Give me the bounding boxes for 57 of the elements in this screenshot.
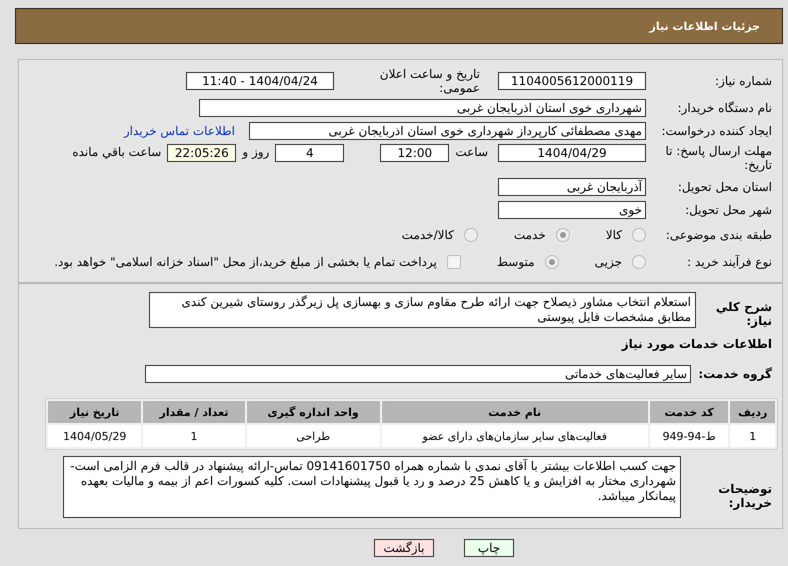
deadline-date-field: 1404/04/29 (498, 144, 646, 162)
days-label: روز و (242, 145, 270, 159)
service-group-field: سایر فعالیت‌های خدماتی (145, 365, 691, 383)
radio-button[interactable] (556, 228, 570, 242)
option-label: جزیی (594, 255, 622, 269)
field-label: شهر محل تحویل: (684, 203, 772, 217)
back-button[interactable]: بازگشت (374, 539, 434, 557)
radio-button[interactable] (544, 255, 559, 269)
buyer-org-field: شهرداری خوی استان اذربایجان غربی (199, 99, 646, 117)
buyer-contact-link[interactable]: اطلاعات تماس خریدار (124, 124, 235, 138)
table-cell: طراحی (246, 425, 380, 447)
option-label: کالا (606, 228, 622, 242)
time-label: ساعت (455, 145, 488, 159)
remaining-time-field: 22:05:26 (167, 144, 236, 162)
table-cell: 1 (730, 425, 775, 447)
table-cell: 1404/05/29 (48, 425, 142, 447)
section-title: اطلاعات خدمات مورد نیاز (620, 337, 772, 351)
option-label: کالا/خدمت (402, 228, 454, 242)
field-label: تاریخ و ساعت اعلان عمومی: (378, 67, 480, 95)
column-header: کد خدمت (650, 401, 728, 423)
city-field: خوی (498, 201, 646, 219)
table-cell: فعالیت‌های سایر سازمان‌های دارای عضو (382, 425, 648, 447)
field-label: طبقه بندی موضوعی: (664, 228, 772, 242)
checkbox-label: پرداخت تمام یا بخشی از مبلغ خرید،از محل "اسناد خزانه اسلامی" خواهد بود. (54, 255, 437, 269)
option-label: خدمت (514, 228, 546, 242)
table-cell: ط-94-949 (650, 425, 728, 447)
column-header: تعداد / مقدار (143, 401, 245, 423)
column-header: تاریخ نیاز (48, 401, 142, 423)
days-field: 4 (275, 144, 344, 162)
requester-field: مهدی مصطفائی کارپرداز شهرداری خوی استان اذربایجان غربی (249, 122, 646, 140)
province-field: آذربایجان غربی (498, 178, 646, 196)
field-label: توضیحات خریدار: (717, 482, 772, 510)
radio-button[interactable] (632, 228, 646, 242)
remaining-label: ساعت باقي مانده (72, 145, 162, 159)
field-label: گروه خدمت: (697, 367, 772, 381)
buyer-notes-field: جهت کسب اطلاعات بیشتر با آقای نمدی با شماره همراه 09141601750 تماس-ارائه پیشنهاد در قالب فرم الزامی است-شهرداری مختار به افزایش و یا کاهش 25 درصد و رد یا قبول پیشنهادات است. کلیه کسورات اعم از بیمه و مالیات بعهده پیمانکار میباشد. (63, 456, 681, 518)
radio-button[interactable] (632, 255, 646, 269)
checkbox[interactable] (446, 255, 461, 269)
deadline-time-field: 12:00 (380, 144, 450, 162)
field-label: ایجاد کننده درخواست: (660, 124, 772, 138)
page-title: جزئیات اطلاعات نیاز (650, 20, 760, 32)
field-label: نوع فرآیند خرید : (686, 255, 772, 269)
option-label: متوسط (496, 255, 535, 269)
column-header: واحد اندازه گیری (246, 401, 380, 423)
field-label: شماره نیاز: (714, 74, 772, 88)
field-label: استان محل تحویل: (676, 180, 772, 194)
print-button[interactable]: چاپ (464, 539, 514, 557)
field-label: نام دستگاه خریدار: (676, 101, 772, 115)
radio-button[interactable] (464, 228, 478, 242)
need-number-field: 1104005612000119 (498, 72, 646, 90)
field-label: شرح کلي نياز: (714, 300, 772, 328)
column-header: نام خدمت (382, 401, 648, 423)
table-cell: 1 (143, 425, 245, 447)
field-label: مهلت ارسال پاسخ: تا تاریخ: (664, 144, 772, 172)
description-field: استعلام انتخاب مشاور ذیصلاح جهت ارائه طرح مقاوم سازی و بهسازی پل زیرگذر روستای شیرین کندی مطابق مشخصات فایل پیوستی (149, 292, 696, 328)
column-header: ردیف (730, 401, 775, 423)
announce-date-field: 1404/04/24 - 11:40 (186, 72, 334, 90)
